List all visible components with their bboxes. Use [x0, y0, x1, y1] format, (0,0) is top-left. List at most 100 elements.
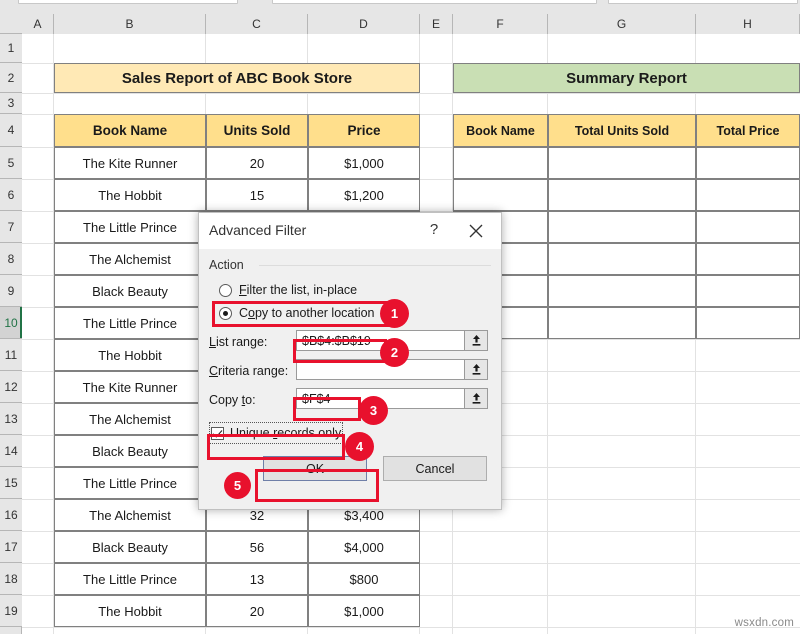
units-cell[interactable]: 20	[206, 147, 308, 179]
units-cell[interactable]: 15	[206, 179, 308, 211]
row-header-9[interactable]: 9	[0, 275, 22, 307]
row-header-15[interactable]: 15	[0, 467, 22, 499]
sales-header-price[interactable]: Price	[308, 114, 420, 147]
column-header-d[interactable]: D	[308, 14, 420, 34]
price-cell[interactable]: $4,000	[308, 531, 420, 563]
sales-header-units-sold[interactable]: Units Sold	[206, 114, 308, 147]
annotation-badge-4: 4	[345, 432, 374, 461]
row-header-17[interactable]: 17	[0, 531, 22, 563]
annotation-badge-5: 5	[224, 472, 251, 499]
row-header-10[interactable]: 10	[0, 307, 22, 339]
price-cell[interactable]: $800	[308, 563, 420, 595]
criteria-range-label: Criteria range:	[209, 364, 288, 378]
sales-report-title[interactable]: Sales Report of ABC Book Store	[54, 63, 420, 93]
summary-header-total-price[interactable]: Total Price	[696, 114, 800, 147]
summary-empty-cell[interactable]	[548, 179, 696, 211]
row-header-13[interactable]: 13	[0, 403, 22, 435]
summary-empty-cell[interactable]	[548, 243, 696, 275]
advanced-filter-dialog[interactable]: Advanced Filter ? Action Filter the list…	[198, 212, 502, 510]
radio-filter-in-place[interactable]: Filter the list, in-place	[219, 281, 357, 299]
row-header-6[interactable]: 6	[0, 179, 22, 211]
action-group-divider	[259, 265, 491, 266]
summary-empty-cell[interactable]	[696, 307, 800, 339]
row-header-2[interactable]: 2	[0, 63, 22, 93]
summary-empty-cell[interactable]	[548, 275, 696, 307]
dialog-title-bar[interactable]: Advanced Filter ?	[199, 213, 501, 249]
summary-empty-cell[interactable]	[696, 275, 800, 307]
table-row[interactable]: The Little Prince	[54, 307, 206, 339]
summary-empty-cell[interactable]	[453, 179, 548, 211]
summary-empty-cell[interactable]	[696, 243, 800, 275]
table-row[interactable]: The Kite Runner	[54, 371, 206, 403]
summary-empty-cell[interactable]	[453, 147, 548, 179]
table-row[interactable]: Black Beauty	[54, 435, 206, 467]
criteria-range-picker-button[interactable]	[464, 359, 488, 380]
row-header-12[interactable]: 12	[0, 371, 22, 403]
row-header-11[interactable]: 11	[0, 339, 22, 371]
column-header-g[interactable]: G	[548, 14, 696, 34]
table-row[interactable]: The Alchemist	[54, 403, 206, 435]
price-cell[interactable]: $1,000	[308, 595, 420, 627]
unique-records-only-checkbox[interactable]: Unique records only	[211, 424, 341, 442]
summary-empty-cell[interactable]	[548, 307, 696, 339]
summary-report-title[interactable]: Summary Report	[453, 63, 800, 93]
column-header-b[interactable]: B	[54, 14, 206, 34]
help-icon[interactable]: ?	[423, 221, 445, 241]
summary-header-total-units-sold[interactable]: Total Units Sold	[548, 114, 696, 147]
watermark: wsxdn.com	[735, 617, 794, 629]
summary-empty-cell[interactable]	[696, 179, 800, 211]
radio-unselected-icon	[219, 284, 232, 297]
units-cell[interactable]: 20	[206, 595, 308, 627]
table-row[interactable]: Black Beauty	[54, 531, 206, 563]
ok-button[interactable]: OK	[263, 456, 367, 481]
list-range-picker-button[interactable]	[464, 330, 488, 351]
row-header-4[interactable]: 4	[0, 114, 22, 147]
table-row[interactable]: The Kite Runner	[54, 147, 206, 179]
ribbon-strip-partial	[0, 0, 800, 14]
column-header-e[interactable]: E	[420, 14, 453, 34]
row-header-1[interactable]: 1	[0, 34, 22, 63]
radio-copy-to-another-location[interactable]: Copy to another location	[219, 304, 375, 322]
radio-selected-icon	[219, 307, 232, 320]
price-cell[interactable]: $1,000	[308, 147, 420, 179]
column-header-a[interactable]: A	[22, 14, 54, 34]
summary-empty-cell[interactable]	[696, 211, 800, 243]
table-row[interactable]: The Hobbit	[54, 179, 206, 211]
sales-header-book-name[interactable]: Book Name	[54, 114, 206, 147]
row-header-3[interactable]: 3	[0, 93, 22, 114]
row-header-5[interactable]: 5	[0, 147, 22, 179]
table-row[interactable]: The Little Prince	[54, 211, 206, 243]
price-cell[interactable]: $1,200	[308, 179, 420, 211]
row-header-16[interactable]: 16	[0, 499, 22, 531]
row-header-8[interactable]: 8	[0, 243, 22, 275]
row-header-19[interactable]: 19	[0, 595, 22, 627]
summary-header-book-name[interactable]: Book Name	[453, 114, 548, 147]
row-header-7[interactable]: 7	[0, 211, 22, 243]
cancel-button[interactable]: Cancel	[383, 456, 487, 481]
dialog-title: Advanced Filter	[209, 222, 306, 238]
table-row[interactable]: The Alchemist	[54, 499, 206, 531]
summary-empty-cell[interactable]	[548, 147, 696, 179]
row-header-18[interactable]: 18	[0, 563, 22, 595]
units-cell[interactable]: 13	[206, 563, 308, 595]
summary-empty-cell[interactable]	[548, 211, 696, 243]
action-group-label: Action	[209, 258, 244, 272]
row-header-14[interactable]: 14	[0, 435, 22, 467]
table-row[interactable]: The Alchemist	[54, 243, 206, 275]
annotation-badge-2: 2	[380, 338, 409, 367]
list-range-label: List range:	[209, 335, 267, 349]
table-row[interactable]: The Little Prince	[54, 563, 206, 595]
checkbox-checked-icon	[211, 427, 224, 440]
radio-copy-location-label: Copy to another location	[239, 306, 375, 320]
column-header-h[interactable]: H	[696, 14, 800, 34]
column-header-f[interactable]: F	[453, 14, 548, 34]
table-row[interactable]: The Hobbit	[54, 339, 206, 371]
table-row[interactable]: Black Beauty	[54, 275, 206, 307]
close-icon[interactable]	[463, 220, 489, 242]
column-header-c[interactable]: C	[206, 14, 308, 34]
copy-to-picker-button[interactable]	[464, 388, 488, 409]
summary-empty-cell[interactable]	[696, 147, 800, 179]
table-row[interactable]: The Little Prince	[54, 467, 206, 499]
units-cell[interactable]: 56	[206, 531, 308, 563]
table-row[interactable]: The Hobbit	[54, 595, 206, 627]
